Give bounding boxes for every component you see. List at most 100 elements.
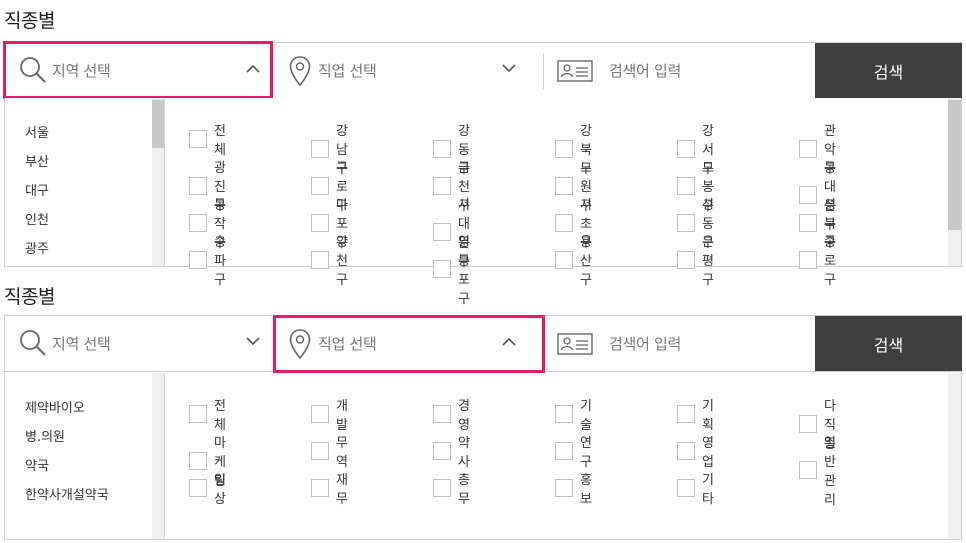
city-list-scrollbar[interactable]: [152, 98, 164, 266]
option-checkbox[interactable]: 재무: [311, 469, 348, 507]
option-checkbox[interactable]: 용산구: [555, 231, 592, 288]
list-item[interactable]: 제약바이오: [25, 397, 85, 416]
checkbox[interactable]: [311, 442, 329, 460]
list-item[interactable]: 한약사개설약국: [25, 484, 109, 503]
search-bar: 지역 선택 직업 선택 검색어 입력 검색: [4, 42, 962, 99]
search-icon: [20, 57, 46, 83]
list-item[interactable]: 약국: [25, 455, 49, 474]
checkbox[interactable]: [433, 442, 451, 460]
checkbox[interactable]: [677, 250, 695, 269]
region-select[interactable]: 지역 선택: [5, 43, 274, 98]
chevron-down-icon[interactable]: [502, 64, 516, 73]
option-checkbox[interactable]: 기획: [677, 395, 714, 433]
checkbox[interactable]: [799, 414, 817, 433]
checkbox[interactable]: [433, 405, 451, 423]
list-item[interactable]: 부산: [25, 151, 49, 170]
checkbox[interactable]: [677, 139, 695, 158]
checkbox[interactable]: [555, 442, 573, 460]
option-checkbox[interactable]: 영업: [677, 432, 714, 470]
checkbox[interactable]: [311, 250, 329, 269]
option-checkbox[interactable]: 은평구: [677, 231, 714, 288]
checkbox[interactable]: [555, 405, 573, 423]
option-checkbox[interactable]: 종로구: [799, 231, 836, 288]
region-dropdown-panel: 서울 부산 대구 인천 광주 전체 강남구 강동구 강북구 강서구 관악구 광진…: [4, 98, 962, 307]
option-label: 약사: [458, 436, 470, 470]
checkbox[interactable]: [677, 442, 695, 460]
job-select-label: 직업 선택: [318, 62, 377, 80]
chevron-up-icon[interactable]: [246, 64, 260, 73]
checkbox[interactable]: [799, 461, 817, 479]
search-button[interactable]: 검색: [815, 43, 962, 98]
checkbox[interactable]: [677, 479, 695, 497]
option-checkbox[interactable]: 일반관리: [799, 432, 836, 508]
section-title: 직종별: [4, 10, 55, 32]
checkbox[interactable]: [189, 250, 207, 269]
option-checkbox[interactable]: 개발: [311, 395, 348, 433]
checkbox[interactable]: [311, 176, 329, 195]
region-select[interactable]: 지역 선택: [5, 316, 274, 371]
checkbox[interactable]: [555, 213, 573, 232]
checkbox[interactable]: [433, 139, 451, 158]
list-item[interactable]: 광주: [25, 238, 49, 257]
checkbox[interactable]: [189, 451, 207, 470]
list-item[interactable]: 서울: [25, 122, 49, 141]
checkbox[interactable]: [189, 479, 207, 497]
option-checkbox[interactable]: 기타: [677, 469, 714, 507]
checkbox[interactable]: [677, 213, 695, 232]
checkbox[interactable]: [799, 213, 817, 232]
option-checkbox[interactable]: 총무: [433, 469, 470, 507]
checkbox[interactable]: [433, 176, 451, 195]
scrollbar-thumb[interactable]: [948, 100, 961, 230]
option-checkbox[interactable]: 무역: [311, 432, 348, 470]
options-scrollbar[interactable]: [948, 98, 961, 266]
checkbox[interactable]: [555, 176, 573, 195]
checkbox[interactable]: [433, 479, 451, 497]
checkbox[interactable]: [677, 176, 695, 195]
keyword-input-placeholder: 검색어 입력: [609, 62, 681, 80]
checkbox[interactable]: [799, 250, 817, 269]
option-checkbox[interactable]: 전체: [189, 120, 226, 158]
list-item[interactable]: 대구: [25, 180, 49, 199]
job-select[interactable]: 직업 선택: [274, 316, 544, 371]
option-checkbox[interactable]: 영등포구: [433, 231, 470, 307]
checkbox[interactable]: [189, 213, 207, 232]
option-checkbox[interactable]: 약사: [433, 432, 470, 470]
option-checkbox[interactable]: 송파구: [189, 231, 226, 288]
job-select[interactable]: 직업 선택: [274, 43, 544, 98]
checkbox[interactable]: [311, 479, 329, 497]
option-label: 용산구: [580, 235, 592, 288]
checkbox[interactable]: [189, 130, 207, 148]
scrollbar-thumb[interactable]: [152, 100, 164, 148]
checkbox[interactable]: [189, 405, 207, 423]
option-checkbox[interactable]: 경영: [433, 395, 470, 433]
checkbox[interactable]: [555, 139, 573, 158]
checkbox[interactable]: [311, 213, 329, 232]
checkbox[interactable]: [433, 260, 451, 278]
list-item[interactable]: 인천: [25, 209, 49, 228]
options-scrollbar[interactable]: [948, 373, 961, 539]
keyword-input[interactable]: 검색어 입력: [544, 43, 814, 98]
option-checkbox[interactable]: 전체: [189, 395, 226, 433]
checkbox[interactable]: [311, 139, 329, 158]
location-pin-icon: [289, 56, 311, 86]
option-checkbox[interactable]: 기술: [555, 395, 592, 433]
keyword-input[interactable]: 검색어 입력: [544, 316, 814, 371]
checkbox[interactable]: [189, 176, 207, 195]
chevron-down-icon[interactable]: [246, 337, 260, 346]
list-item[interactable]: 병.의원: [25, 426, 65, 445]
checkbox[interactable]: [555, 250, 573, 269]
option-checkbox[interactable]: 임상: [189, 469, 226, 507]
checkbox[interactable]: [677, 405, 695, 423]
option-label: 영등포구: [458, 235, 470, 307]
checkbox[interactable]: [311, 405, 329, 423]
option-checkbox[interactable]: 양천구: [311, 231, 348, 288]
search-button[interactable]: 검색: [815, 316, 962, 371]
option-checkbox[interactable]: 홍보: [555, 469, 592, 507]
option-checkbox[interactable]: 연구: [555, 432, 592, 470]
option-label: 영업: [702, 436, 714, 470]
industry-list-scrollbar[interactable]: [152, 373, 164, 539]
search-icon: [20, 330, 46, 356]
chevron-up-icon[interactable]: [502, 337, 516, 346]
checkbox[interactable]: [799, 139, 817, 158]
checkbox[interactable]: [555, 479, 573, 497]
